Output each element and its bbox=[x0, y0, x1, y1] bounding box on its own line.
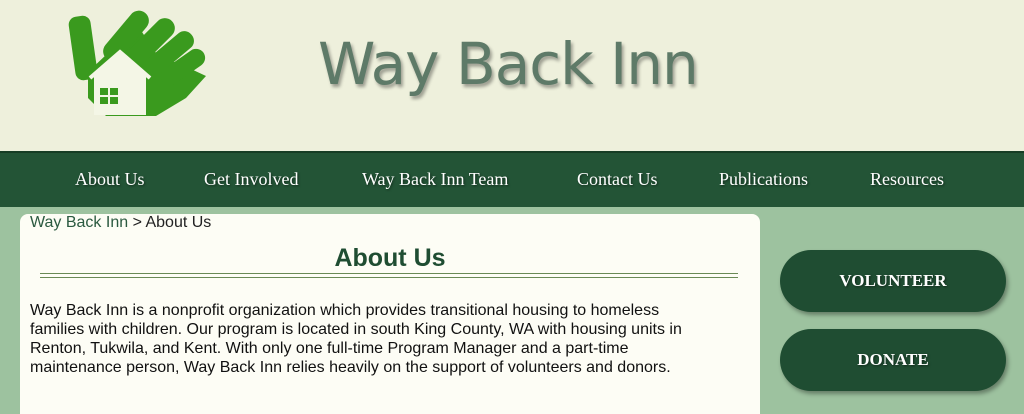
main-content: Way Back Inn > About Us About Us Way Bac… bbox=[20, 214, 760, 414]
nav-item-about-us[interactable]: About Us bbox=[75, 169, 145, 190]
donate-button[interactable]: DONATE bbox=[780, 329, 1006, 391]
nav-item-resources[interactable]: Resources bbox=[870, 169, 944, 190]
breadcrumb: Way Back Inn > About Us bbox=[30, 214, 211, 232]
site-header: Way Back Inn bbox=[0, 0, 1024, 151]
breadcrumb-home-link[interactable]: Way Back Inn bbox=[30, 214, 128, 231]
breadcrumb-current: About Us bbox=[145, 214, 212, 231]
nav-item-publications[interactable]: Publications bbox=[719, 169, 808, 190]
volunteer-button[interactable]: VOLUNTEER bbox=[780, 250, 1006, 312]
main-nav: About Us Get Involved Way Back Inn Team … bbox=[0, 151, 1024, 207]
about-paragraph: Way Back Inn is a nonprofit organization… bbox=[30, 302, 682, 376]
page-title: About Us bbox=[334, 244, 446, 272]
site-title[interactable]: Way Back Inn bbox=[318, 30, 699, 98]
hand-house-logo-icon[interactable] bbox=[66, 2, 206, 118]
breadcrumb-separator: > bbox=[132, 214, 142, 231]
nav-item-get-involved[interactable]: Get Involved bbox=[204, 169, 298, 190]
nav-item-contact-us[interactable]: Contact Us bbox=[577, 169, 658, 190]
nav-item-team[interactable]: Way Back Inn Team bbox=[362, 169, 508, 190]
title-divider bbox=[40, 273, 738, 278]
